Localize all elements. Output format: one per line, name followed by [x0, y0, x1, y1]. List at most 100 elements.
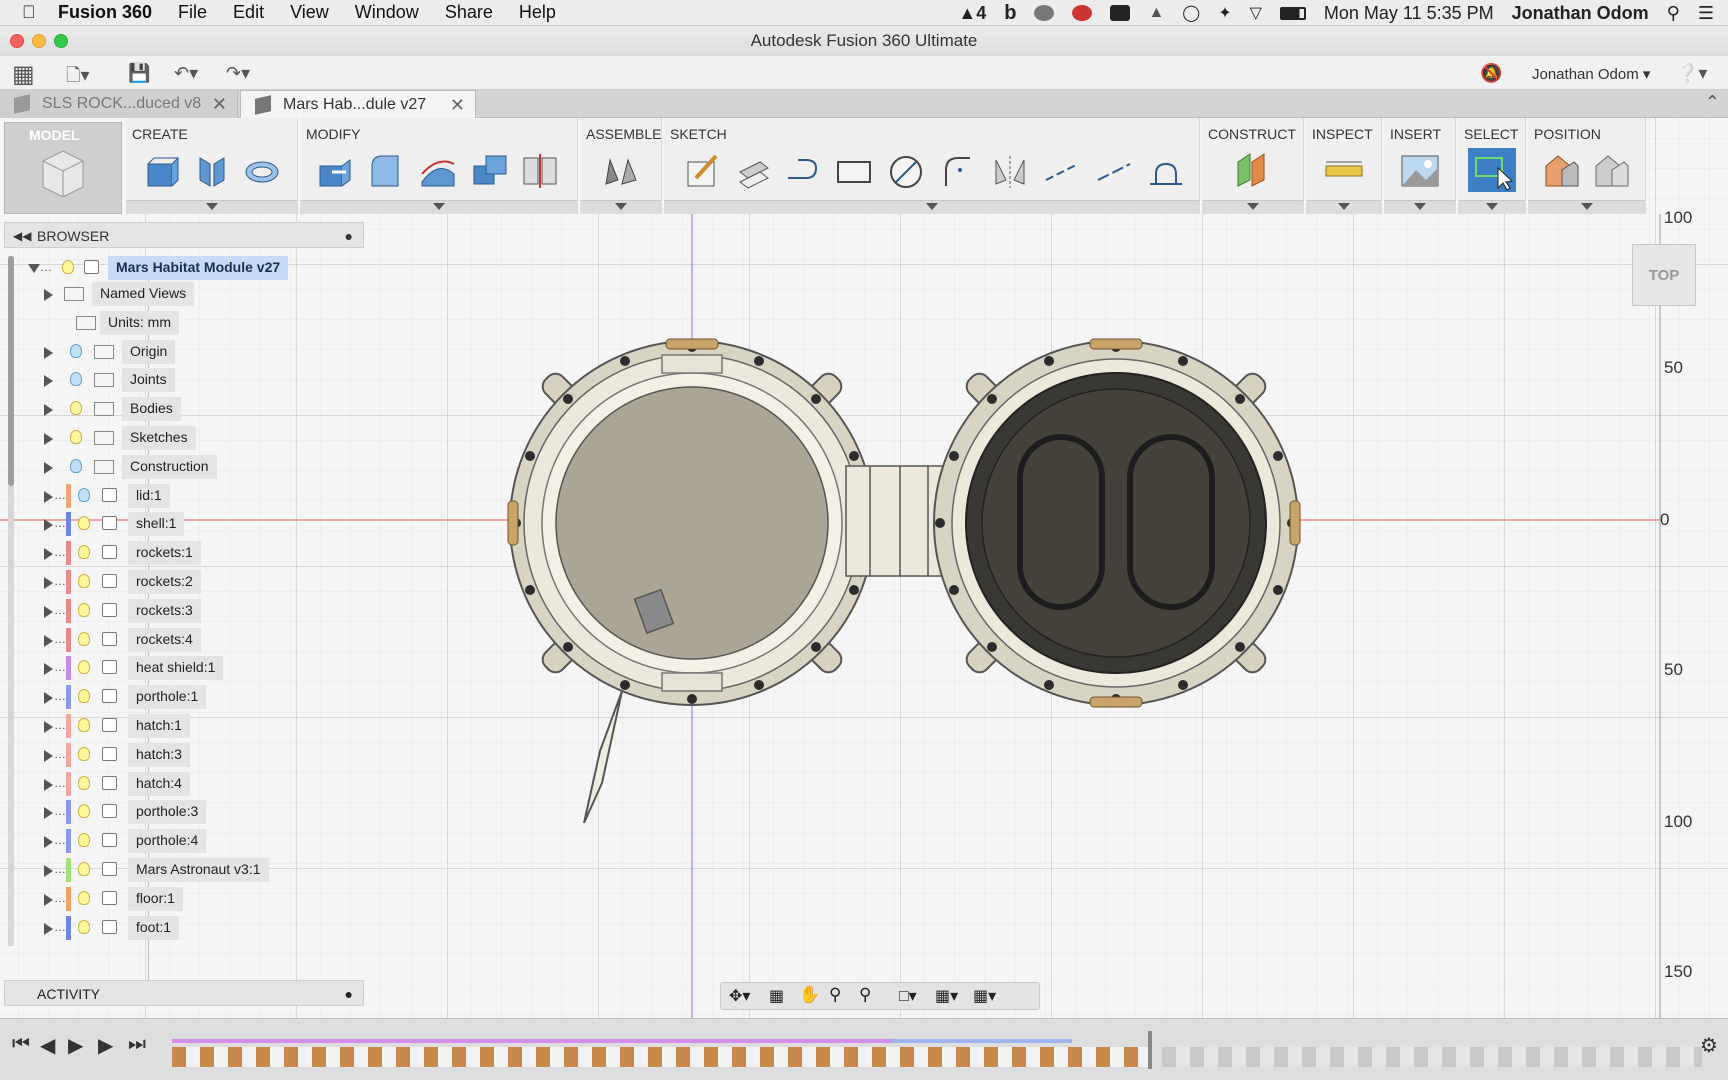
timeline-suppressed-features[interactable] — [1162, 1047, 1702, 1067]
display-settings-icon[interactable]: □▾ — [899, 986, 917, 1006]
battery-icon[interactable] — [1279, 6, 1306, 20]
step-forward-icon[interactable]: ▶ — [98, 1033, 113, 1058]
activity-panel[interactable]: ACTIVITY ● — [4, 980, 364, 1006]
insert-image-icon[interactable] — [1400, 150, 1440, 190]
drive-icon[interactable]: ▲ — [1148, 4, 1164, 22]
capture-position-icon[interactable] — [1542, 150, 1582, 190]
line-icon[interactable] — [782, 150, 822, 190]
visibility-bulb-icon[interactable] — [78, 689, 90, 704]
expand-triangle-icon[interactable] — [44, 749, 53, 762]
browser-item[interactable]: … hatch:3 — [40, 742, 340, 767]
cc-status-icon[interactable] — [1034, 5, 1055, 21]
orbit-icon[interactable]: ✥▾ — [729, 986, 750, 1006]
expand-triangle-icon[interactable] — [44, 461, 53, 474]
wifi-icon[interactable]: ▽ — [1250, 3, 1262, 23]
arc-icon[interactable] — [938, 150, 978, 190]
apple-icon[interactable]:  — [22, 2, 52, 23]
visibility-bulb-icon[interactable] — [78, 487, 90, 502]
expand-triangle-icon[interactable] — [44, 663, 53, 676]
adobe-status-icon[interactable]: ▲4 — [958, 3, 986, 24]
tab-mars-habitat[interactable]: Mars Hab...dule v27 ✕ — [240, 90, 476, 118]
minimize-window-icon[interactable] — [32, 34, 46, 48]
extend-icon[interactable] — [1094, 150, 1134, 190]
undo-icon[interactable]: ↶▾ — [174, 63, 198, 84]
collapse-browser-icon[interactable]: ◀◀ — [13, 223, 31, 249]
expand-triangle-icon[interactable] — [44, 404, 53, 417]
data-panel-grid-icon[interactable]: ▦ — [12, 60, 35, 89]
browser-item[interactable]: … rockets:4 — [40, 627, 340, 652]
menu-window[interactable]: Window — [355, 2, 419, 23]
browser-item[interactable]: … porthole:4 — [40, 829, 340, 854]
browser-item[interactable]: Joints — [40, 368, 340, 393]
close-tab-icon[interactable]: ✕ — [450, 91, 465, 119]
measure-icon[interactable] — [1324, 150, 1364, 190]
browser-item[interactable]: … hatch:1 — [40, 714, 340, 738]
press-pull-icon[interactable] — [314, 150, 354, 190]
viewports-icon[interactable]: ▦▾ — [973, 986, 996, 1006]
insert-dropdown[interactable] — [1384, 200, 1455, 214]
construct-dropdown[interactable] — [1202, 200, 1303, 214]
fillet-icon[interactable] — [366, 150, 406, 190]
shield-icon[interactable]: ◯ — [1182, 3, 1200, 23]
sweep-icon[interactable] — [242, 150, 282, 190]
close-window-icon[interactable] — [10, 34, 24, 48]
circle-icon[interactable] — [886, 150, 926, 190]
look-at-icon[interactable]: ▦ — [769, 986, 784, 1006]
stop-sketch-icon[interactable] — [1146, 150, 1186, 190]
file-menu-icon[interactable]: 🗋▾ — [66, 63, 90, 93]
select-window-icon[interactable] — [1468, 148, 1516, 192]
visibility-bulb-icon[interactable] — [70, 458, 82, 473]
visibility-bulb-icon[interactable] — [70, 401, 82, 416]
visibility-bulb-icon[interactable] — [78, 775, 90, 790]
visibility-bulb-icon[interactable] — [78, 862, 90, 876]
create-dropdown[interactable] — [126, 200, 297, 214]
menu-edit[interactable]: Edit — [233, 2, 264, 23]
close-tab-icon[interactable]: ✕ — [212, 90, 227, 118]
assemble-dropdown[interactable] — [580, 200, 661, 214]
zoom-window-icon[interactable] — [54, 34, 68, 48]
expand-triangle-icon[interactable] — [44, 922, 53, 935]
bluetooth-icon[interactable]: ✦ — [1218, 3, 1231, 23]
browser-header[interactable]: ◀◀ BROWSER ● — [4, 222, 364, 248]
expand-triangle-icon[interactable] — [44, 375, 53, 388]
visibility-bulb-icon[interactable] — [78, 746, 90, 761]
user-account-menu[interactable]: Jonathan Odom ▾ — [1532, 65, 1650, 83]
visibility-bulb-icon[interactable] — [70, 372, 82, 387]
dropbox-icon[interactable] — [1110, 5, 1131, 21]
spotlight-search-icon[interactable]: ⚲ — [1667, 3, 1680, 24]
timeline-features[interactable] — [172, 1047, 1152, 1067]
create-sketch-icon[interactable] — [682, 150, 722, 190]
revert-position-icon[interactable] — [1592, 150, 1632, 190]
redo-icon[interactable]: ↷▾ — [226, 63, 250, 84]
browser-item[interactable]: … rockets:1 — [40, 541, 340, 566]
browser-item[interactable]: … porthole:1 — [40, 685, 340, 710]
browser-item[interactable]: … floor:1 — [40, 886, 340, 911]
visibility-bulb-icon[interactable] — [70, 343, 82, 358]
expand-triangle-icon[interactable] — [44, 519, 53, 532]
play-icon[interactable]: ▶ — [68, 1033, 83, 1058]
zoom-icon[interactable]: ⚲ — [829, 985, 841, 1005]
select-dropdown[interactable] — [1458, 200, 1525, 214]
browser-item[interactable]: Sketches — [40, 426, 340, 450]
browser-item[interactable]: … lid:1 — [40, 483, 340, 508]
app-menu[interactable]: Fusion 360 — [58, 2, 152, 23]
browser-item[interactable]: Named Views — [40, 282, 340, 306]
combine-icon[interactable] — [470, 150, 510, 190]
trim-icon[interactable] — [1042, 150, 1082, 190]
collapse-toolbar-icon[interactable]: ⌃ — [1705, 92, 1720, 113]
expand-triangle-icon[interactable] — [44, 346, 53, 359]
browser-item[interactable]: … shell:1 — [40, 512, 340, 537]
modify-dropdown[interactable] — [300, 200, 577, 214]
visibility-bulb-icon[interactable] — [78, 574, 90, 588]
globe-status-icon[interactable] — [1072, 5, 1093, 21]
save-icon[interactable]: 💾 — [128, 63, 150, 84]
browser-item[interactable]: … foot:1 — [40, 915, 340, 940]
expand-triangle-icon[interactable] — [44, 548, 53, 561]
browser-item[interactable]: … porthole:3 — [40, 800, 340, 825]
browser-item[interactable]: Bodies — [40, 397, 340, 422]
browser-scroll-thumb[interactable] — [8, 256, 14, 486]
browser-item[interactable]: Construction — [40, 454, 340, 479]
expand-triangle-icon[interactable] — [44, 836, 53, 849]
project-icon[interactable] — [732, 150, 772, 190]
menu-file[interactable]: File — [178, 2, 207, 23]
